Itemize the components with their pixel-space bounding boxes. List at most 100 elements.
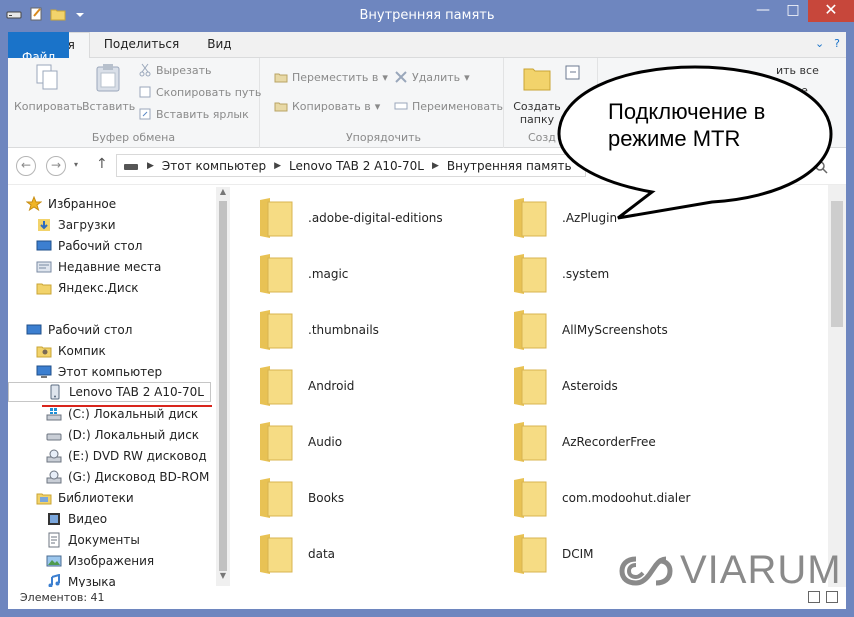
nav-drive-d[interactable]: (D:) Локальный диск	[46, 425, 199, 445]
user-folder-icon	[36, 346, 52, 358]
scroll-up-icon[interactable]: ▲	[218, 187, 228, 196]
nav-pane-scroll-thumb[interactable]	[219, 201, 227, 571]
folder-item[interactable]: AllMyScreenshots	[510, 305, 668, 355]
paste-shortcut-button[interactable]: Вставить ярлык	[138, 107, 249, 121]
move-to-button[interactable]: Переместить в ▾	[274, 70, 388, 84]
folder-item[interactable]: Books	[256, 473, 344, 523]
nav-downloads[interactable]: Загрузки	[36, 215, 116, 235]
desktop-icon	[26, 324, 42, 335]
nav-music[interactable]: Музыка	[46, 572, 116, 588]
nav-drive-e[interactable]: (E:) DVD RW дисковод	[46, 446, 207, 466]
nav-lenovo-device[interactable]: Lenovo TAB 2 A10-70L	[8, 382, 211, 402]
window-controls: — □ ✕	[748, 0, 854, 22]
folder-item[interactable]: Asteroids	[510, 361, 618, 411]
folder-item[interactable]: .magic	[256, 249, 348, 299]
close-button[interactable]: ✕	[808, 0, 854, 22]
folder-name: AzRecorderFree	[562, 435, 656, 449]
file-list-scrollbar[interactable]	[828, 185, 846, 588]
rename-icon	[394, 102, 408, 110]
paste-shortcut-icon	[139, 108, 151, 120]
minimize-button[interactable]: —	[748, 0, 778, 22]
rename-button[interactable]: Переименовать	[394, 99, 503, 113]
folder-icon	[260, 478, 293, 518]
drive-icon	[124, 163, 138, 170]
copy-to-label: Копировать в	[292, 99, 371, 113]
nav-this-pc[interactable]: Этот компьютер	[36, 362, 162, 382]
breadcrumb-internal-storage[interactable]: Внутренняя память	[447, 159, 572, 173]
folder-item[interactable]: Audio	[256, 417, 342, 467]
portable-device-icon	[50, 384, 60, 400]
folder-item[interactable]: Android	[256, 361, 354, 411]
breadcrumb-lenovo[interactable]: Lenovo TAB 2 A10-70L	[289, 159, 424, 173]
paste-button[interactable]: Вставить	[82, 62, 135, 113]
breadcrumb-separator: ▶	[274, 160, 282, 171]
nav-user[interactable]: Компик	[36, 341, 106, 361]
nav-images[interactable]: Изображения	[46, 551, 154, 571]
delete-button[interactable]: Удалить ▾	[394, 70, 470, 84]
nav-label: Недавние места	[58, 260, 162, 274]
paste-shortcut-label: Вставить ярлык	[156, 107, 249, 121]
folder-item[interactable]: .thumbnails	[256, 305, 379, 355]
folder-item[interactable]: data	[256, 529, 335, 579]
nav-label: Загрузки	[58, 218, 116, 232]
folder-icon	[260, 366, 293, 406]
nav-yandex-disk[interactable]: Яндекс.Диск	[36, 278, 139, 298]
new-folder-button[interactable]: Создать папку	[512, 62, 562, 126]
ribbon-controls: ⌄ ?	[815, 37, 840, 50]
nav-favorites[interactable]: Избранное	[26, 194, 116, 214]
windows-drive-icon	[46, 408, 62, 421]
nav-libraries[interactable]: Библиотеки	[36, 488, 134, 508]
viarum-logo-icon	[619, 556, 673, 586]
copy-to-button[interactable]: Копировать в ▾	[274, 99, 380, 113]
nav-desktop-favorite[interactable]: Рабочий стол	[36, 236, 142, 256]
folder-item[interactable]: com.modoohut.dialer	[510, 473, 690, 523]
folder-icon	[260, 198, 293, 238]
copy-to-icon	[274, 102, 288, 112]
folder-item[interactable]: .system	[510, 249, 609, 299]
delete-label: Удалить	[412, 70, 461, 84]
nav-video[interactable]: Видео	[46, 509, 107, 529]
folder-name: data	[308, 547, 336, 561]
folder-icon	[514, 310, 547, 350]
nav-label: Рабочий стол	[58, 239, 143, 253]
nav-label: Lenovo TAB 2 A10-70L	[69, 385, 204, 399]
copy-button[interactable]: Копировать	[14, 62, 83, 113]
folder-icon	[514, 534, 547, 574]
maximize-button[interactable]: □	[778, 0, 808, 22]
explorer-window: Внутренняя память — □ ✕ Файл Главная Под…	[0, 0, 854, 617]
folder-item[interactable]: AzRecorderFree	[510, 417, 656, 467]
tab-share[interactable]: Поделиться	[90, 32, 193, 58]
nav-documents[interactable]: Документы	[46, 530, 140, 550]
nav-label: (G:) Дисковод BD-ROM	[68, 470, 210, 484]
folder-icon	[514, 254, 547, 294]
breadcrumb-this-pc[interactable]: Этот компьютер	[162, 159, 266, 173]
paste-icon	[96, 64, 120, 92]
chevron-down-icon[interactable]: ⌄	[815, 37, 824, 50]
back-button[interactable]: ←	[16, 156, 36, 176]
folder-name: .thumbnails	[308, 323, 379, 337]
folder-item[interactable]: .adobe-digital-editions	[256, 193, 443, 243]
clipboard-group: Копировать Вставить Вырезать Скопировать…	[8, 58, 261, 148]
tab-view[interactable]: Вид	[193, 32, 245, 58]
up-button[interactable]: ↑	[96, 156, 108, 172]
nav-drive-g[interactable]: (G:) Дисковод BD-ROM	[46, 467, 209, 487]
nav-pane-scrollbar[interactable]: ▲ ▼	[216, 187, 230, 586]
nav-label: Рабочий стол	[48, 323, 133, 337]
folder-name: Audio	[308, 435, 343, 449]
nav-label: Яндекс.Диск	[58, 281, 139, 295]
help-icon[interactable]: ?	[834, 37, 840, 50]
copy-path-button[interactable]: Скопировать путь	[138, 85, 261, 99]
recent-locations-icon[interactable]: ▾	[74, 160, 78, 169]
address-bar[interactable]: ▶ Этот компьютер ▶ Lenovo TAB 2 A10-70L …	[116, 154, 586, 177]
folder-icon	[514, 478, 547, 518]
nav-recent-places[interactable]: Недавние места	[36, 257, 161, 277]
nav-desktop[interactable]: Рабочий стол	[26, 320, 132, 340]
folder-item[interactable]: DCIM	[510, 529, 594, 579]
scroll-down-icon[interactable]: ▼	[218, 571, 228, 580]
forward-button[interactable]: →	[46, 156, 66, 176]
folder-icon	[260, 310, 293, 350]
move-to-label: Переместить в	[292, 70, 379, 84]
nav-drive-c[interactable]: (C:) Локальный диск	[46, 404, 198, 424]
cut-button[interactable]: Вырезать	[138, 63, 211, 77]
folder-icon	[514, 366, 547, 406]
